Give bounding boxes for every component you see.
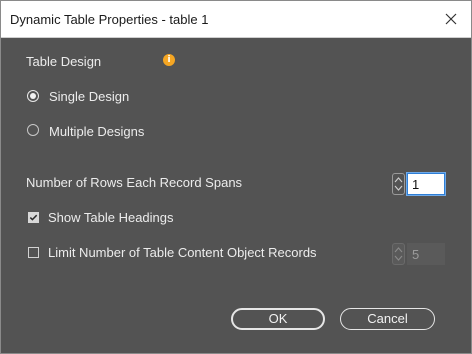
- limit-records-stepper: [392, 243, 405, 265]
- multiple-designs-radio[interactable]: [27, 124, 39, 136]
- multiple-designs-label[interactable]: Multiple Designs: [49, 124, 144, 139]
- close-icon: [445, 13, 457, 25]
- check-icon: [29, 214, 38, 221]
- rows-span-input[interactable]: 1: [407, 173, 445, 195]
- ok-button[interactable]: OK: [231, 308, 325, 330]
- title-bar: Dynamic Table Properties - table 1: [1, 1, 471, 38]
- single-design-radio[interactable]: [27, 90, 39, 102]
- window-title: Dynamic Table Properties - table 1: [10, 12, 209, 27]
- close-button[interactable]: [431, 1, 471, 37]
- info-icon[interactable]: i: [163, 54, 175, 66]
- single-design-label[interactable]: Single Design: [49, 89, 129, 104]
- dialog-content: Table Design i Single Design Multiple De…: [1, 38, 471, 353]
- limit-records-input: 5: [407, 243, 445, 265]
- show-headings-label[interactable]: Show Table Headings: [48, 210, 174, 225]
- limit-records-checkbox[interactable]: [28, 247, 39, 258]
- rows-span-stepper[interactable]: [392, 173, 405, 195]
- stepper-arrows-icon: [394, 247, 403, 261]
- dialog-window: Dynamic Table Properties - table 1 Table…: [0, 0, 472, 354]
- table-design-heading: Table Design: [26, 54, 102, 69]
- stepper-arrows-icon: [394, 177, 403, 191]
- cancel-button[interactable]: Cancel: [340, 308, 435, 330]
- rows-span-label: Number of Rows Each Record Spans: [26, 175, 243, 190]
- show-headings-checkbox[interactable]: [28, 212, 39, 223]
- limit-records-label[interactable]: Limit Number of Table Content Object Rec…: [48, 245, 317, 260]
